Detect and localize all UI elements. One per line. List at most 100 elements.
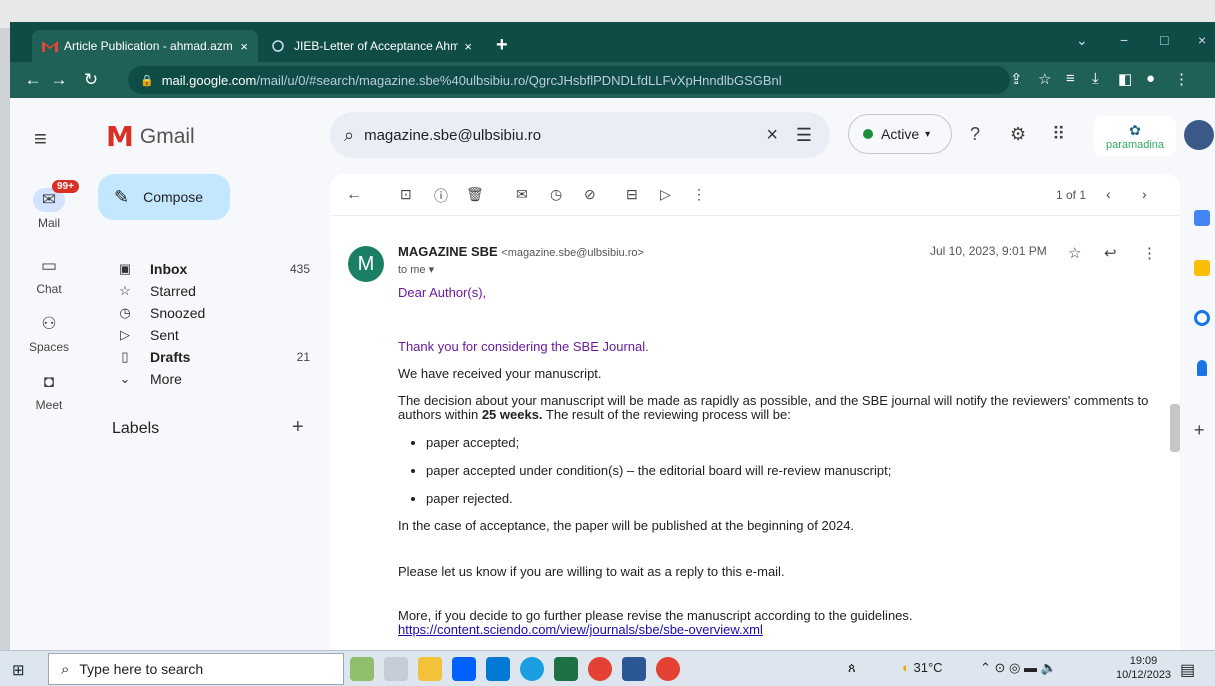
list-item: paper rejected. <box>426 491 1158 506</box>
tab-close-icon[interactable]: × <box>464 39 472 54</box>
new-tab-button[interactable]: + <box>496 34 508 57</box>
search-options-icon[interactable]: ☰ <box>796 125 812 146</box>
scrollbar-thumb[interactable] <box>1170 404 1180 452</box>
more-options-icon[interactable]: ⋮ <box>692 186 706 203</box>
notifications-icon[interactable]: ▤ <box>1180 660 1195 680</box>
recipients-dropdown[interactable]: to me ▾ <box>398 263 434 276</box>
taskbar-search[interactable]: ⌕ Type here to search <box>48 653 344 685</box>
status-label: Active <box>881 126 920 142</box>
back-arrow-icon[interactable]: ← <box>20 70 46 90</box>
tab-letter-of-acceptance[interactable]: JIEB-Letter of Acceptance Ahma × <box>262 30 482 62</box>
search-icon[interactable]: ⌕ <box>344 125 354 146</box>
search-bar[interactable]: ⌕ magazine.sbe@ulbsibiu.ro × ☰ <box>330 112 830 158</box>
message-panel: ← ⊡ ⓘ 🗑 ✉ ◷ ⊘ ⊟ ▷ ⋮ 1 of 1 ‹ › M MAGAZIN… <box>330 174 1180 650</box>
weather-widget[interactable]: ◐ 31°C <box>902 660 943 675</box>
tab-article-publication[interactable]: Article Publication - ahmad.azm × <box>32 30 258 62</box>
snooze-icon[interactable]: ◷ <box>550 186 562 203</box>
gmail-logo[interactable]: M Gmail <box>106 120 195 153</box>
side-panel-icon[interactable]: ◧ <box>1118 70 1132 88</box>
keep-icon[interactable] <box>1194 260 1210 276</box>
profile-avatar-icon[interactable]: ● <box>1146 70 1155 87</box>
rail-chat[interactable]: ▭ Chat <box>10 254 88 296</box>
archive-icon[interactable]: ⊡ <box>400 186 412 203</box>
delete-icon[interactable]: 🗑 <box>466 186 484 203</box>
newer-chevron-icon[interactable]: ‹ <box>1106 186 1111 202</box>
nav-starred[interactable]: ☆ Starred <box>114 280 310 302</box>
dropbox-icon[interactable] <box>452 657 476 681</box>
account-avatar[interactable] <box>1184 120 1214 150</box>
reading-list-icon[interactable]: ≡ <box>1066 70 1075 87</box>
nav-label: Inbox <box>150 261 188 277</box>
maximize-button[interactable]: □ <box>1160 32 1168 48</box>
edge-icon[interactable] <box>520 657 544 681</box>
more-vert-icon[interactable]: ⋮ <box>1142 244 1157 262</box>
word-icon[interactable] <box>622 657 646 681</box>
contacts-icon[interactable] <box>1197 360 1207 376</box>
nav-drafts[interactable]: ▯ Drafts 21 <box>114 346 310 368</box>
excel-icon[interactable] <box>554 657 578 681</box>
rail-mail[interactable]: ✉ 99+ Mail <box>10 180 88 230</box>
tab-search-chevron-icon[interactable]: ⌄ <box>1076 32 1088 49</box>
file-explorer-icon[interactable] <box>418 657 442 681</box>
help-icon[interactable]: ? <box>970 124 980 145</box>
share-icon[interactable]: ⇪ <box>1010 70 1023 88</box>
nav-inbox[interactable]: ▣ Inbox 435 <box>114 258 310 280</box>
temperature: 31°C <box>913 660 943 675</box>
clear-search-icon[interactable]: × <box>766 124 778 147</box>
gmail-app: ≡ M Gmail ⌕ magazine.sbe@ulbsibiu.ro × ☰… <box>10 98 1215 650</box>
search-input[interactable]: magazine.sbe@ulbsibiu.ro <box>364 127 541 144</box>
older-chevron-icon[interactable]: › <box>1142 186 1147 202</box>
tasks-icon[interactable] <box>1194 310 1210 326</box>
back-to-list-icon[interactable]: ← <box>346 186 362 204</box>
system-tray-icons[interactable]: ⌃ ⊙ ◎ ▬ 🔈 <box>980 660 1057 676</box>
forward-arrow-icon[interactable]: → <box>46 70 72 90</box>
chevron-down-icon: ▾ <box>925 128 931 140</box>
rail-spaces[interactable]: ⚇ Spaces <box>10 312 88 354</box>
mail-app-icon[interactable] <box>486 657 510 681</box>
task-view-icon[interactable] <box>384 657 408 681</box>
acceptance-paragraph: In the case of acceptance, the paper wil… <box>398 518 855 533</box>
clock-icon: ◷ <box>119 305 131 320</box>
reload-icon[interactable]: ↻ <box>78 70 104 90</box>
label-icon[interactable]: ▷ <box>660 186 671 203</box>
calendar-icon[interactable] <box>1194 210 1210 226</box>
apps-grid-icon[interactable]: ⠿ <box>1052 124 1065 145</box>
close-window-button[interactable]: × <box>1198 32 1206 48</box>
status-dropdown[interactable]: Active ▾ <box>848 114 952 154</box>
url-bar[interactable]: 🔒 mail.google.com /mail/u/0/#search/maga… <box>128 66 1010 94</box>
report-spam-icon[interactable]: ⓘ <box>434 186 448 206</box>
move-to-icon[interactable]: ⊟ <box>626 186 638 203</box>
nav-label: More <box>150 371 182 387</box>
nav-sent[interactable]: ▷ Sent <box>114 324 310 346</box>
add-task-icon[interactable]: ⊘ <box>584 186 596 203</box>
guidelines-link[interactable]: https://content.sciendo.com/view/journal… <box>398 622 763 637</box>
rail-meet[interactable]: ◘ Meet <box>10 370 88 412</box>
download-icon[interactable]: ⤓ <box>1092 70 1099 87</box>
search-icon: ⌕ <box>61 660 70 678</box>
gear-icon[interactable]: ⚙ <box>1010 124 1026 145</box>
star-icon[interactable]: ☆ <box>1068 244 1081 262</box>
rail-label: Mail <box>37 216 60 230</box>
windows-start-icon[interactable]: ⊞ <box>12 661 25 679</box>
tab-close-icon[interactable]: × <box>240 39 248 54</box>
greeting: Dear Author(s), <box>398 285 487 300</box>
add-addon-icon[interactable]: + <box>1194 420 1210 440</box>
chat-icon: ▭ <box>40 256 58 275</box>
nav-more[interactable]: ⌄ More <box>114 368 310 390</box>
chrome-profile-icon[interactable] <box>656 657 680 681</box>
address-toolbar: ← → ↻ 🔒 mail.google.com /mail/u/0/#searc… <box>10 62 1215 98</box>
compose-button[interactable]: ✎ Compose <box>98 174 230 220</box>
clock[interactable]: 19:09 10/12/2023 <box>1116 654 1171 682</box>
reply-icon[interactable]: ↩ <box>1104 244 1117 262</box>
people-icon[interactable]: ጰ <box>848 660 856 676</box>
mark-unread-icon[interactable]: ✉ <box>516 186 528 203</box>
add-label-icon[interactable]: + <box>292 416 304 439</box>
browser-menu-icon[interactable]: ⋮ <box>1174 70 1189 88</box>
bookmark-star-icon[interactable]: ☆ <box>1038 70 1051 88</box>
chrome-icon[interactable] <box>588 657 612 681</box>
minimize-button[interactable]: − <box>1120 32 1128 48</box>
gmail-brand: Gmail <box>139 124 195 148</box>
nav-snoozed[interactable]: ◷ Snoozed <box>114 302 310 324</box>
